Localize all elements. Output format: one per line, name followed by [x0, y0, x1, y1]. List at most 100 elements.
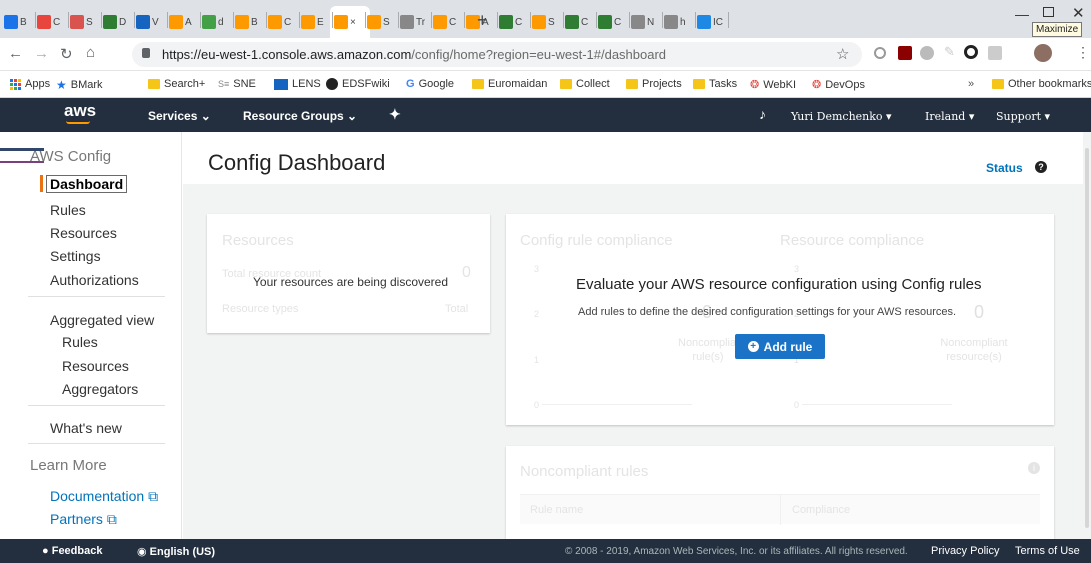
bookmark-search[interactable]: Search+ — [148, 78, 205, 90]
tab-separator — [233, 12, 234, 28]
language-selector[interactable]: ◉ English (US) — [137, 545, 215, 558]
browser-tab[interactable]: B — [235, 9, 258, 35]
sidebar-link-documentation[interactable]: Documentation ⧉ — [50, 488, 158, 505]
sidebar-aggregated-view[interactable]: Aggregated view — [50, 312, 154, 328]
bookmark-lens[interactable]: LENS — [274, 78, 321, 90]
add-rule-label: Add rule — [763, 339, 813, 354]
browser-tab[interactable]: S — [70, 9, 93, 35]
maximize-icon[interactable] — [1043, 7, 1054, 17]
bookmark-webki[interactable]: ❂ WebKI — [750, 78, 797, 92]
scrollbar[interactable] — [1085, 148, 1089, 528]
bookmark-devops[interactable]: ❂ DevOps — [812, 78, 865, 92]
privacy-link[interactable]: Privacy Policy — [931, 545, 999, 557]
bookmarks-overflow-button[interactable]: » — [968, 78, 974, 90]
pdf-extension-icon[interactable] — [898, 46, 912, 60]
back-icon[interactable]: ← — [8, 45, 23, 62]
bookmark-apps[interactable]: Apps — [10, 78, 50, 90]
sidebar-item-agg-aggregators[interactable]: Aggregators — [62, 381, 138, 397]
feedback-link[interactable]: ● Feedback — [42, 545, 102, 557]
bookmark-google[interactable]: G Google — [406, 78, 454, 90]
browser-tab[interactable]: D — [103, 9, 126, 35]
aws-logo-smile-icon — [66, 121, 90, 124]
sidebar-item-resources[interactable]: Resources — [50, 225, 117, 241]
plus-circle-icon: + — [747, 341, 759, 352]
browser-tab[interactable]: d — [202, 9, 224, 35]
browser-tab[interactable]: Tr — [400, 9, 425, 35]
browser-tab[interactable]: V — [136, 9, 159, 35]
sidebar-item-rules[interactable]: Rules — [50, 202, 86, 218]
bookmark-projects[interactable]: Projects — [626, 78, 682, 90]
browser-tab[interactable]: C — [268, 9, 291, 35]
address-bar[interactable]: https://eu-west-1.console.aws.amazon.com… — [132, 42, 862, 67]
resource-groups-menu[interactable]: Resource Groups ⌄ — [243, 109, 357, 123]
bookmark-label: Apps — [25, 78, 51, 90]
chart-baseline — [802, 404, 952, 405]
bookmark-sne[interactable]: S≡ SNE — [218, 78, 256, 90]
extension-p-icon[interactable] — [964, 45, 978, 59]
tab-title: B — [20, 16, 27, 28]
pin-icon[interactable]: ✦ — [389, 106, 401, 123]
region-menu[interactable]: Ireland ▾ — [925, 110, 974, 123]
extension-drive-icon[interactable] — [920, 46, 934, 60]
status-link[interactable]: Status — [986, 161, 1023, 175]
noncompliant-rules-label: Noncompliant rule(s) — [678, 337, 746, 363]
sidebar-item-whats-new[interactable]: What's new — [50, 420, 122, 436]
bookmark-edsfwiki[interactable]: EDSFwiki — [326, 78, 390, 90]
aws-logo[interactable]: aws — [64, 101, 96, 121]
sidebar-item-settings[interactable]: Settings — [50, 248, 101, 264]
other-bookmarks[interactable]: Other bookmarks — [992, 78, 1091, 90]
add-rule-button[interactable]: + Add rule — [735, 334, 825, 359]
browser-tab[interactable]: C — [598, 9, 621, 35]
bookmark-euromaidan[interactable]: Euromaidan — [472, 78, 547, 90]
browser-tab[interactable]: S — [532, 9, 555, 35]
sidebar-link-partners[interactable]: Partners ⧉ — [50, 511, 117, 528]
footer: ● Feedback ◉ English (US) © 2008 - 2019,… — [0, 539, 1091, 563]
info-icon[interactable]: i — [1028, 462, 1040, 474]
new-tab-button[interactable]: + — [477, 10, 488, 31]
bookmark-label: BMark — [70, 79, 103, 91]
support-menu[interactable]: Support ▾ — [996, 110, 1050, 123]
bookmark-label: Projects — [642, 78, 682, 90]
profile-avatar[interactable] — [1034, 44, 1052, 62]
table-header: Rule name Compliance — [520, 494, 1040, 525]
home-icon[interactable]: ⌂ — [86, 44, 95, 61]
tab-favicon-icon — [37, 15, 51, 29]
help-icon[interactable]: ? — [1035, 161, 1047, 173]
bookmark-star-icon[interactable]: ☆ — [836, 45, 849, 63]
browser-tab[interactable]: C — [499, 9, 522, 35]
extension-g-icon[interactable] — [988, 46, 1002, 60]
browser-tab[interactable]: IC — [697, 9, 723, 35]
minimize-icon[interactable]: — — [1015, 6, 1029, 22]
browser-menu-icon[interactable]: ⋮ — [1076, 44, 1090, 61]
browser-tab[interactable]: S — [367, 9, 390, 35]
sidebar-item-authorizations[interactable]: Authorizations — [50, 272, 139, 288]
browser-tab[interactable]: C — [433, 9, 456, 35]
axis-tick: 0 — [534, 400, 540, 410]
close-icon[interactable]: ✕ — [1072, 4, 1085, 22]
tab-separator — [68, 12, 69, 28]
browser-tab[interactable]: C — [37, 9, 60, 35]
browser-tab[interactable]: A — [169, 9, 192, 35]
browser-tab[interactable]: h — [664, 9, 686, 35]
bookmark-tasks[interactable]: Tasks — [693, 78, 737, 90]
forward-icon[interactable]: → — [34, 45, 49, 62]
browser-tab[interactable]: C — [565, 9, 588, 35]
terms-link[interactable]: Terms of Use — [1015, 545, 1080, 557]
browser-tab[interactable]: × — [334, 9, 356, 35]
browser-tab[interactable]: B — [4, 9, 27, 35]
bell-icon[interactable]: ♪ — [759, 106, 766, 122]
extension-circle-icon[interactable] — [874, 47, 886, 59]
bookmark-collect[interactable]: Collect — [560, 78, 610, 90]
sidebar-item-agg-resources[interactable]: Resources — [62, 358, 129, 374]
external-link-icon: ⧉ — [106, 511, 117, 527]
services-menu[interactable]: Services ⌄ — [148, 109, 211, 123]
browser-tab[interactable]: N — [631, 9, 654, 35]
bookmark-label: WebKI — [763, 78, 797, 91]
bookmark-bmark[interactable]: ★ BMark — [56, 78, 103, 92]
sidebar-item-dashboard[interactable]: Dashboard — [46, 175, 128, 193]
browser-tab[interactable]: E — [301, 9, 324, 35]
extension-pen-icon[interactable]: ✎ — [944, 44, 955, 60]
user-menu[interactable]: Yuri Demchenko ▾ — [791, 110, 892, 123]
reload-icon[interactable]: ↻ — [60, 45, 73, 63]
sidebar-item-agg-rules[interactable]: Rules — [62, 334, 98, 350]
